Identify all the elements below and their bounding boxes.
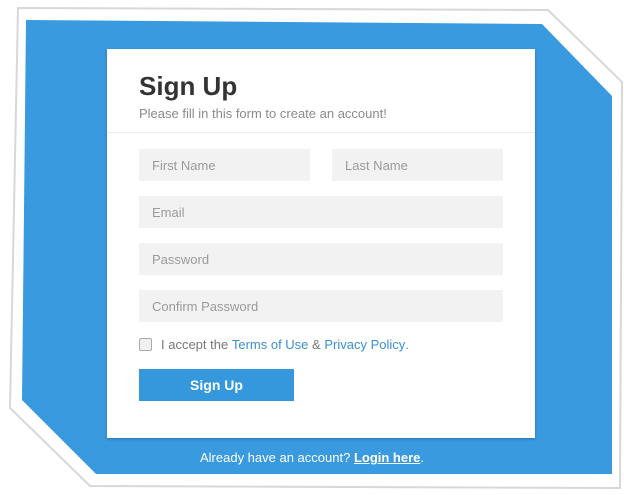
email-field[interactable] bbox=[139, 196, 503, 228]
footer-suffix: . bbox=[420, 450, 425, 465]
terms-of-use-link[interactable]: Terms of Use bbox=[232, 337, 309, 352]
accept-suffix-text: . bbox=[405, 337, 409, 352]
card-header: Sign Up Please fill in this form to crea… bbox=[107, 49, 535, 133]
signup-card: Sign Up Please fill in this form to crea… bbox=[107, 49, 535, 438]
login-link[interactable]: Login here bbox=[354, 450, 420, 465]
accept-terms-checkbox[interactable] bbox=[139, 338, 152, 351]
sign-up-button[interactable]: Sign Up bbox=[139, 369, 294, 401]
password-field[interactable] bbox=[139, 243, 503, 275]
first-name-field[interactable] bbox=[139, 149, 310, 181]
login-prompt: Already have an account? bbox=[199, 450, 351, 465]
form-subtitle: Please fill in this form to create an ac… bbox=[139, 106, 387, 121]
page-title: Sign Up bbox=[139, 71, 238, 101]
accept-prefix-text: I accept the bbox=[161, 337, 229, 352]
footer-text: Already have an account? Login here. bbox=[0, 450, 624, 465]
privacy-policy-link[interactable]: Privacy Policy bbox=[324, 337, 405, 352]
terms-row: I accept the Terms of Use & Privacy Poli… bbox=[139, 337, 409, 352]
last-name-field[interactable] bbox=[332, 149, 503, 181]
ampersand-text: & bbox=[312, 337, 321, 352]
confirm-password-field[interactable] bbox=[139, 290, 503, 322]
